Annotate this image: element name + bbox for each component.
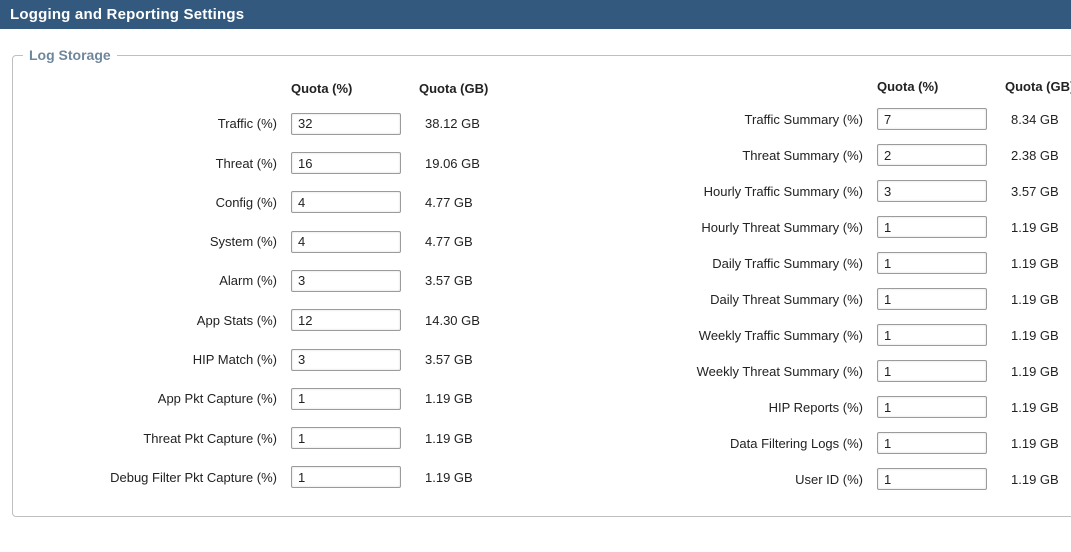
hip-reports-pct-input[interactable] — [877, 396, 987, 418]
row-label: App Stats (%) — [23, 313, 283, 328]
traffic-summary-pct-input[interactable] — [877, 108, 987, 130]
threat-gb-value: 19.06 GB — [419, 156, 539, 171]
page-title: Logging and Reporting Settings — [0, 0, 1071, 29]
row-label: Debug Filter Pkt Capture (%) — [23, 470, 283, 485]
row-label: Threat Pkt Capture (%) — [23, 431, 283, 446]
row-label: Traffic (%) — [23, 116, 283, 131]
hip-reports-gb-value: 1.19 GB — [1005, 400, 1071, 415]
row-label: Daily Traffic Summary (%) — [569, 256, 869, 271]
row-label: Threat Summary (%) — [569, 148, 869, 163]
threat-pkt-capture-pct-input[interactable] — [291, 427, 401, 449]
row-label: HIP Reports (%) — [569, 400, 869, 415]
data-filtering-logs-pct-input[interactable] — [877, 432, 987, 454]
system-gb-value: 4.77 GB — [419, 234, 539, 249]
alarm-pct-input[interactable] — [291, 270, 401, 292]
config-gb-value: 4.77 GB — [419, 195, 539, 210]
alarm-gb-value: 3.57 GB — [419, 273, 539, 288]
traffic-pct-input[interactable] — [291, 113, 401, 135]
config-pct-input[interactable] — [291, 191, 401, 213]
hip-match-pct-input[interactable] — [291, 349, 401, 371]
user-id-pct-input[interactable] — [877, 468, 987, 490]
weekly-traffic-summary-gb-value: 1.19 GB — [1005, 328, 1071, 343]
app-stats-gb-value: 14.30 GB — [419, 313, 539, 328]
weekly-traffic-summary-pct-input[interactable] — [877, 324, 987, 346]
hourly-traffic-summary-pct-input[interactable] — [877, 180, 987, 202]
row-label: Weekly Traffic Summary (%) — [569, 328, 869, 343]
row-label: HIP Match (%) — [23, 352, 283, 367]
row-label: Hourly Traffic Summary (%) — [569, 184, 869, 199]
system-pct-input[interactable] — [291, 231, 401, 253]
header-quota-gb-left: Quota (GB) — [419, 81, 539, 96]
debug-filter-pkt-capture-pct-input[interactable] — [291, 466, 401, 488]
threat-pct-input[interactable] — [291, 152, 401, 174]
daily-threat-summary-pct-input[interactable] — [877, 288, 987, 310]
row-label: Traffic Summary (%) — [569, 112, 869, 127]
row-label: User ID (%) — [569, 472, 869, 487]
weekly-threat-summary-pct-input[interactable] — [877, 360, 987, 382]
daily-traffic-summary-pct-input[interactable] — [877, 252, 987, 274]
threat-summary-gb-value: 2.38 GB — [1005, 148, 1071, 163]
data-filtering-logs-gb-value: 1.19 GB — [1005, 436, 1071, 451]
header-quota-pct-left: Quota (%) — [291, 81, 411, 96]
app-pkt-capture-gb-value: 1.19 GB — [419, 391, 539, 406]
hourly-threat-summary-pct-input[interactable] — [877, 216, 987, 238]
daily-threat-summary-gb-value: 1.19 GB — [1005, 292, 1071, 307]
hip-match-gb-value: 3.57 GB — [419, 352, 539, 367]
row-label: System (%) — [23, 234, 283, 249]
row-label: Daily Threat Summary (%) — [569, 292, 869, 307]
header-quota-gb-right: Quota (GB) — [1005, 79, 1071, 94]
log-storage-right-column: Quota (%) Quota (GB) Traffic Summary (%)… — [569, 79, 1071, 490]
user-id-gb-value: 1.19 GB — [1005, 472, 1071, 487]
weekly-threat-summary-gb-value: 1.19 GB — [1005, 364, 1071, 379]
row-label: Alarm (%) — [23, 273, 283, 288]
threat-summary-pct-input[interactable] — [877, 144, 987, 166]
content-area: Log Storage Quota (%) Quota (GB) Traffic… — [10, 47, 1061, 517]
log-storage-legend: Log Storage — [23, 47, 117, 63]
hourly-traffic-summary-gb-value: 3.57 GB — [1005, 184, 1071, 199]
traffic-summary-gb-value: 8.34 GB — [1005, 112, 1071, 127]
row-label: App Pkt Capture (%) — [23, 391, 283, 406]
traffic-gb-value: 38.12 GB — [419, 116, 539, 131]
log-storage-fieldset: Log Storage Quota (%) Quota (GB) Traffic… — [12, 47, 1071, 517]
hourly-threat-summary-gb-value: 1.19 GB — [1005, 220, 1071, 235]
header-quota-pct-right: Quota (%) — [877, 79, 997, 94]
app-pkt-capture-pct-input[interactable] — [291, 388, 401, 410]
row-label: Weekly Threat Summary (%) — [569, 364, 869, 379]
row-label: Threat (%) — [23, 156, 283, 171]
row-label: Data Filtering Logs (%) — [569, 436, 869, 451]
debug-filter-pkt-capture-gb-value: 1.19 GB — [419, 470, 539, 485]
daily-traffic-summary-gb-value: 1.19 GB — [1005, 256, 1071, 271]
app-stats-pct-input[interactable] — [291, 309, 401, 331]
row-label: Config (%) — [23, 195, 283, 210]
row-label: Hourly Threat Summary (%) — [569, 220, 869, 235]
log-storage-left-column: Quota (%) Quota (GB) Traffic (%) 38.12 G… — [23, 79, 539, 490]
threat-pkt-capture-gb-value: 1.19 GB — [419, 431, 539, 446]
